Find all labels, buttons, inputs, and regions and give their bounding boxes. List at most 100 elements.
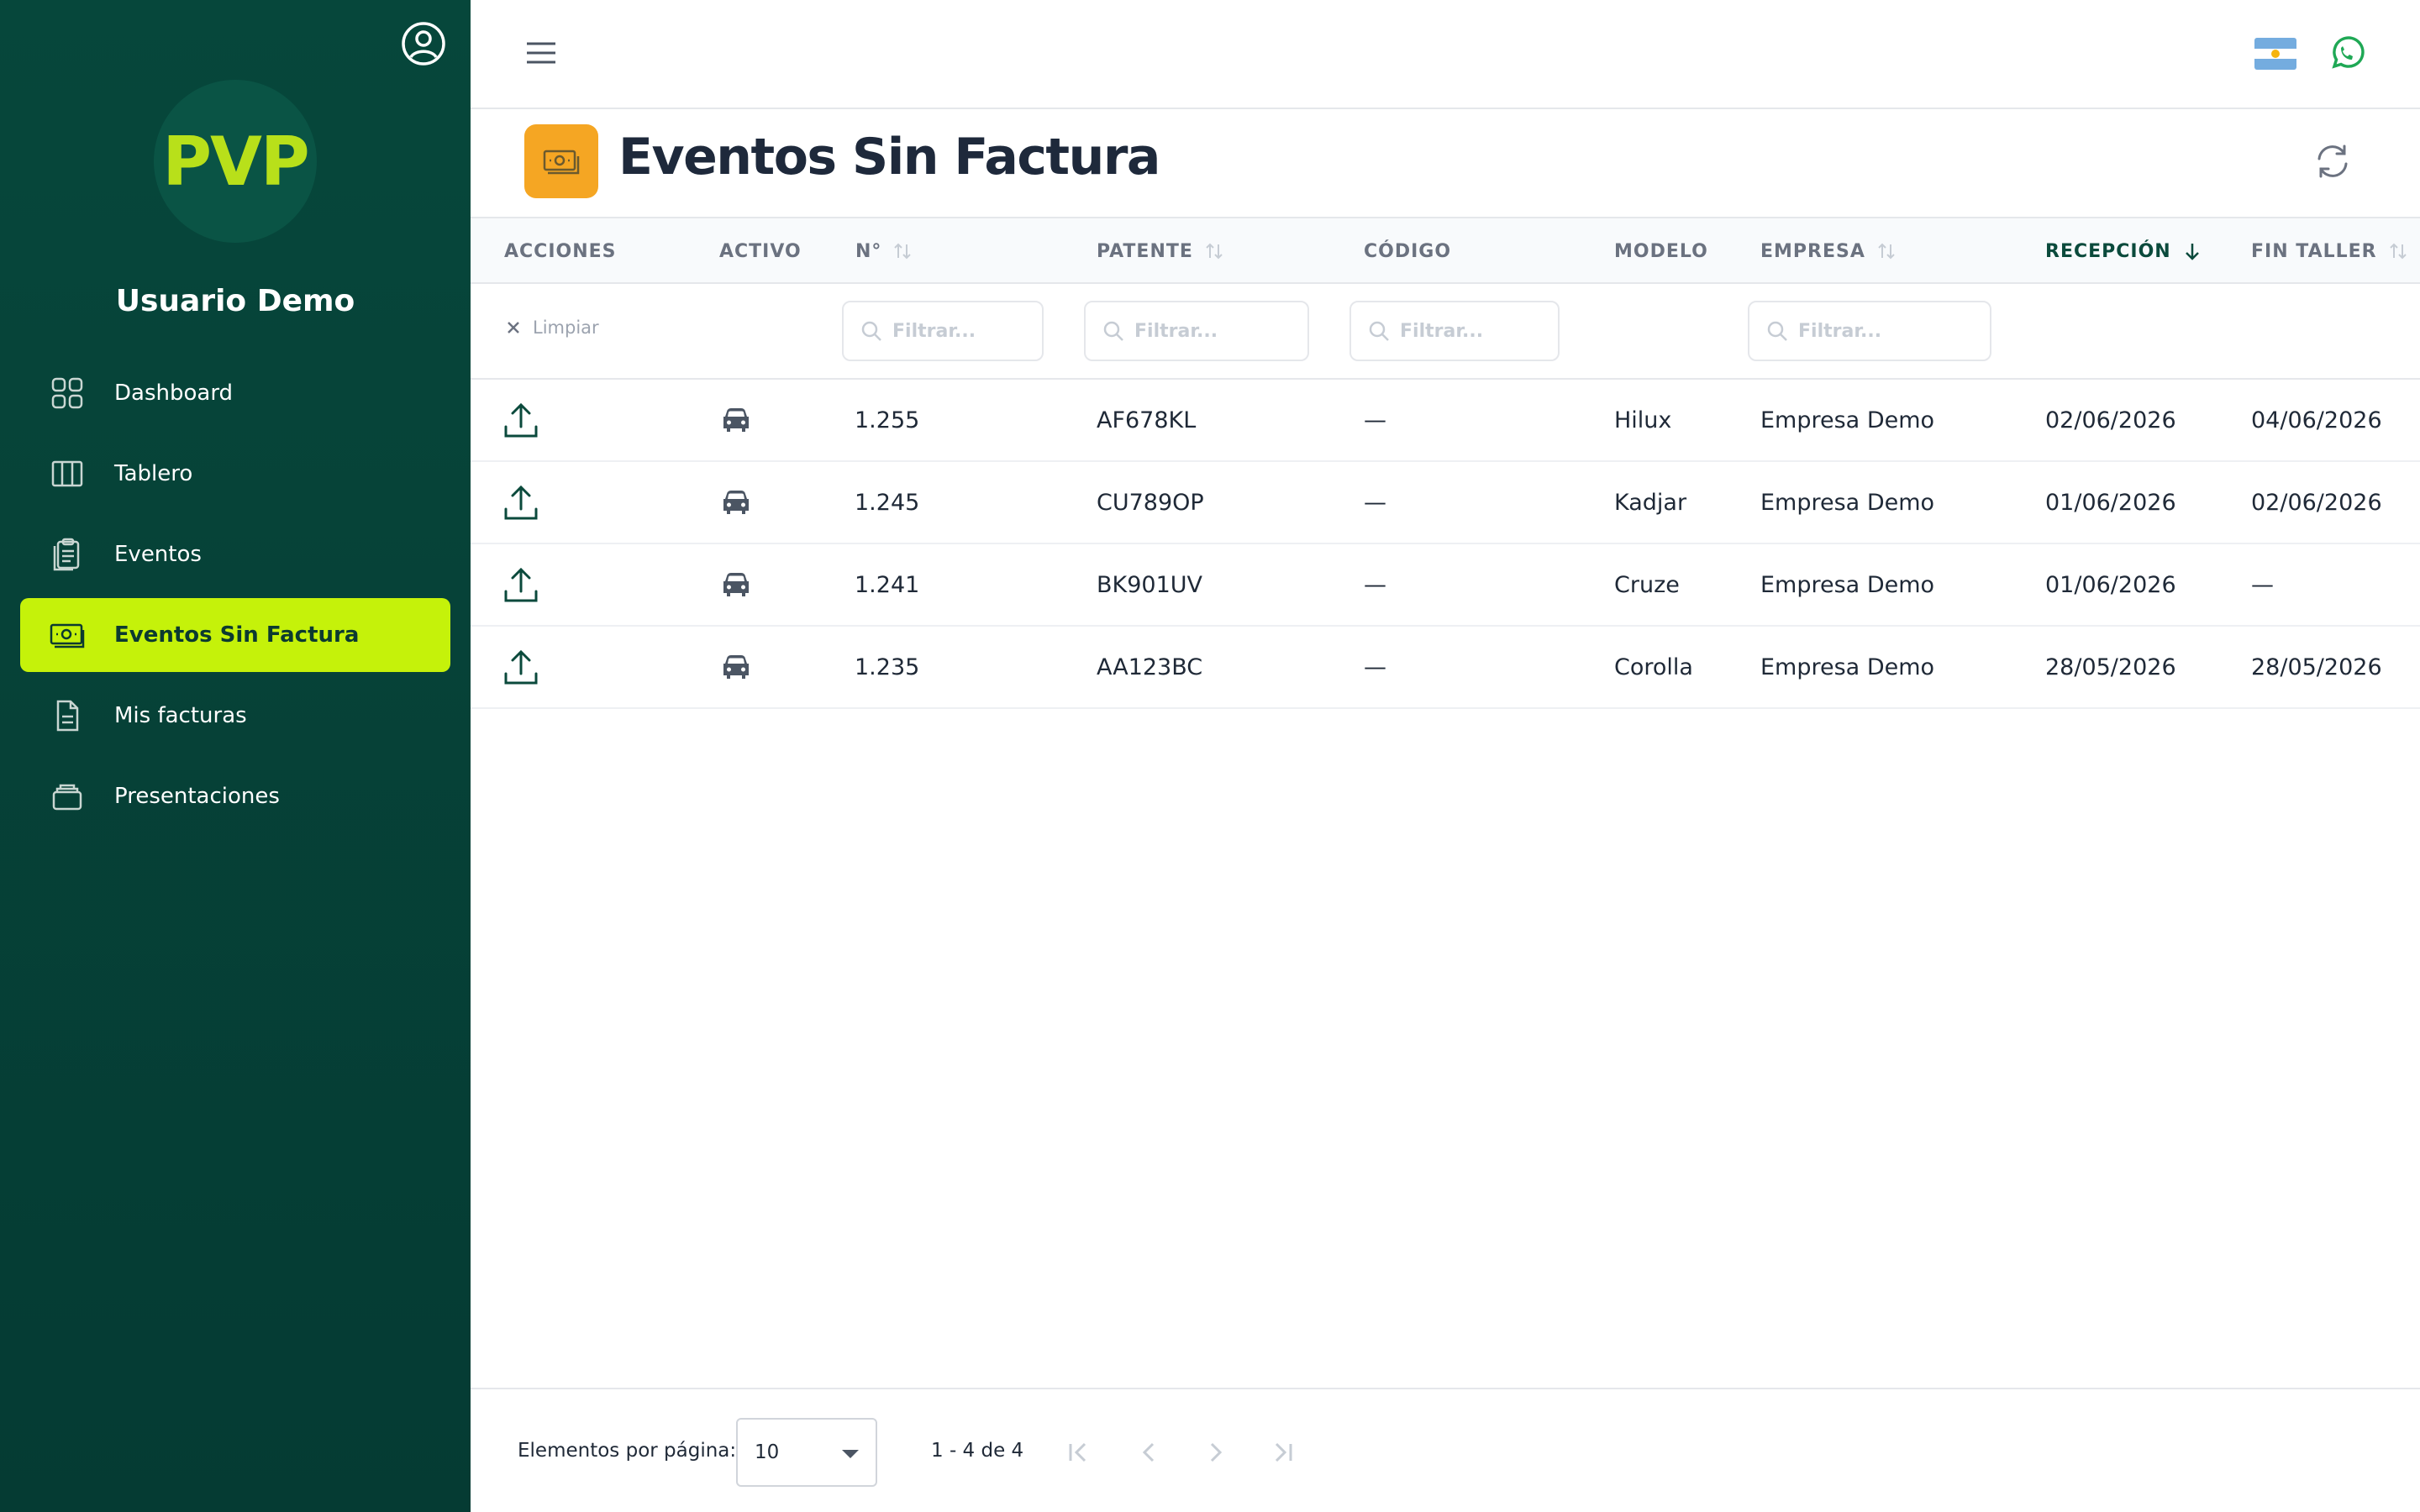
grid-icon	[49, 375, 86, 412]
cell-recepcion: 28/05/2026	[2045, 654, 2176, 680]
sidebar-item-eventos-sin-factura[interactable]: Eventos Sin Factura	[20, 598, 450, 672]
cell-recepcion: 01/06/2026	[2045, 489, 2176, 516]
upload-icon[interactable]	[502, 544, 539, 625]
car-icon	[721, 627, 751, 707]
filter-codigo-field[interactable]	[1349, 301, 1560, 361]
cell-recepcion: 02/06/2026	[2045, 407, 2176, 433]
sort-icon[interactable]	[2389, 241, 2407, 261]
column-patente[interactable]: PATENTE	[1097, 218, 1223, 284]
sidebar: PVP Usuario Demo Dashboard Tablero Event…	[0, 0, 471, 1512]
sort-desc-icon[interactable]	[2183, 241, 2202, 261]
prev-page-button[interactable]	[1128, 1431, 1170, 1473]
filter-codigo-input[interactable]	[1400, 320, 1545, 342]
search-icon	[1766, 320, 1788, 342]
sidebar-item-label: Presentaciones	[114, 784, 280, 809]
cell-modelo: Cruze	[1614, 571, 1680, 598]
page-header: Eventos Sin Factura	[471, 109, 2420, 217]
first-page-button[interactable]	[1059, 1431, 1101, 1473]
logo-text: PVP	[162, 122, 309, 201]
column-acciones: ACCIONES	[504, 240, 617, 262]
cell-patente: CU789OP	[1097, 489, 1204, 516]
filter-row: Limpiar	[471, 284, 2420, 380]
per-page-select[interactable]: 10	[736, 1418, 877, 1487]
chevron-down-icon	[842, 1450, 859, 1458]
cell-patente: AA123BC	[1097, 654, 1203, 680]
sidebar-item-eventos[interactable]: Eventos	[20, 517, 450, 591]
sidebar-item-presentaciones[interactable]: Presentaciones	[20, 759, 450, 833]
cash-icon	[49, 617, 86, 654]
page-range: 1 - 4 de 4	[931, 1440, 1024, 1462]
table-row[interactable]: 1.255 AF678KL — Hilux Empresa Demo 02/06…	[471, 380, 2420, 462]
sidebar-item-mis-facturas[interactable]: Mis facturas	[20, 679, 450, 753]
refresh-icon[interactable]	[2312, 141, 2353, 181]
upload-icon[interactable]	[502, 462, 539, 543]
cell-patente: BK901UV	[1097, 571, 1202, 598]
column-fin-taller[interactable]: FIN TALLER	[2251, 218, 2407, 284]
page-title: Eventos Sin Factura	[618, 128, 1160, 186]
filter-empresa-input[interactable]	[1798, 320, 1967, 342]
cell-numero: 1.235	[855, 654, 920, 680]
table-row[interactable]: 1.241 BK901UV — Cruze Empresa Demo 01/06…	[471, 544, 2420, 627]
cell-empresa: Empresa Demo	[1760, 407, 1935, 433]
sidebar-item-label: Eventos Sin Factura	[114, 622, 360, 648]
search-icon	[860, 320, 882, 342]
cell-codigo: —	[1364, 654, 1386, 680]
sidebar-item-label: Mis facturas	[114, 703, 247, 728]
clipboard-icon	[49, 536, 86, 573]
column-recepcion[interactable]: RECEPCIÓN	[2045, 218, 2202, 284]
per-page-label: Elementos por página:	[518, 1440, 737, 1462]
cell-codigo: —	[1364, 489, 1386, 516]
sidebar-item-tablero[interactable]: Tablero	[20, 437, 450, 511]
close-icon	[506, 320, 521, 335]
hamburger-menu-icon[interactable]	[524, 39, 558, 67]
cell-numero: 1.255	[855, 407, 920, 433]
cash-title-icon	[524, 124, 598, 198]
cell-patente: AF678KL	[1097, 407, 1197, 433]
column-activo: ACTIVO	[719, 240, 802, 262]
argentina-flag-icon[interactable]	[2254, 38, 2296, 70]
column-numero[interactable]: N°	[855, 218, 912, 284]
top-bar	[471, 0, 2420, 109]
sidebar-nav: Dashboard Tablero Eventos Eventos Sin Fa…	[20, 356, 450, 840]
clear-filters-button[interactable]: Limpiar	[506, 318, 599, 338]
sort-icon[interactable]	[1205, 241, 1223, 261]
filter-numero-field[interactable]	[842, 301, 1044, 361]
clear-filters-label: Limpiar	[533, 318, 599, 338]
table-row[interactable]: 1.245 CU789OP — Kadjar Empresa Demo 01/0…	[471, 462, 2420, 544]
sort-icon[interactable]	[1877, 241, 1896, 261]
filter-patente-field[interactable]	[1084, 301, 1309, 361]
upload-icon[interactable]	[502, 627, 539, 707]
next-page-button[interactable]	[1195, 1431, 1237, 1473]
stack-icon	[49, 778, 86, 815]
cell-fin-taller: 02/06/2026	[2251, 489, 2382, 516]
filter-patente-input[interactable]	[1134, 320, 1290, 342]
document-icon	[49, 697, 86, 734]
cell-numero: 1.241	[855, 571, 920, 598]
user-account-icon[interactable]	[400, 20, 447, 67]
filter-empresa-field[interactable]	[1748, 301, 1991, 361]
sidebar-item-label: Eventos	[114, 542, 202, 567]
user-name: Usuario Demo	[115, 284, 355, 318]
cell-codigo: —	[1364, 571, 1386, 598]
cell-modelo: Corolla	[1614, 654, 1693, 680]
whatsapp-icon[interactable]	[2328, 35, 2365, 72]
sidebar-item-dashboard[interactable]: Dashboard	[20, 356, 450, 430]
sort-icon[interactable]	[893, 241, 912, 261]
last-page-button[interactable]	[1260, 1431, 1302, 1473]
cell-numero: 1.245	[855, 489, 920, 516]
filter-numero-input[interactable]	[892, 320, 1032, 342]
sidebar-item-label: Dashboard	[114, 381, 234, 406]
column-modelo: MODELO	[1614, 240, 1708, 262]
car-icon	[721, 544, 751, 625]
table-row[interactable]: 1.235 AA123BC — Corolla Empresa Demo 28/…	[471, 627, 2420, 709]
columns-icon	[49, 455, 86, 492]
upload-icon[interactable]	[502, 380, 539, 460]
cell-fin-taller: 28/05/2026	[2251, 654, 2382, 680]
sidebar-item-label: Tablero	[114, 461, 193, 486]
cell-empresa: Empresa Demo	[1760, 489, 1935, 516]
paginator: Elementos por página: 10 1 - 4 de 4	[471, 1388, 2420, 1512]
search-icon	[1102, 320, 1124, 342]
column-empresa[interactable]: EMPRESA	[1760, 218, 1896, 284]
cell-fin-taller: —	[2251, 571, 2274, 598]
logo: PVP	[154, 80, 317, 243]
